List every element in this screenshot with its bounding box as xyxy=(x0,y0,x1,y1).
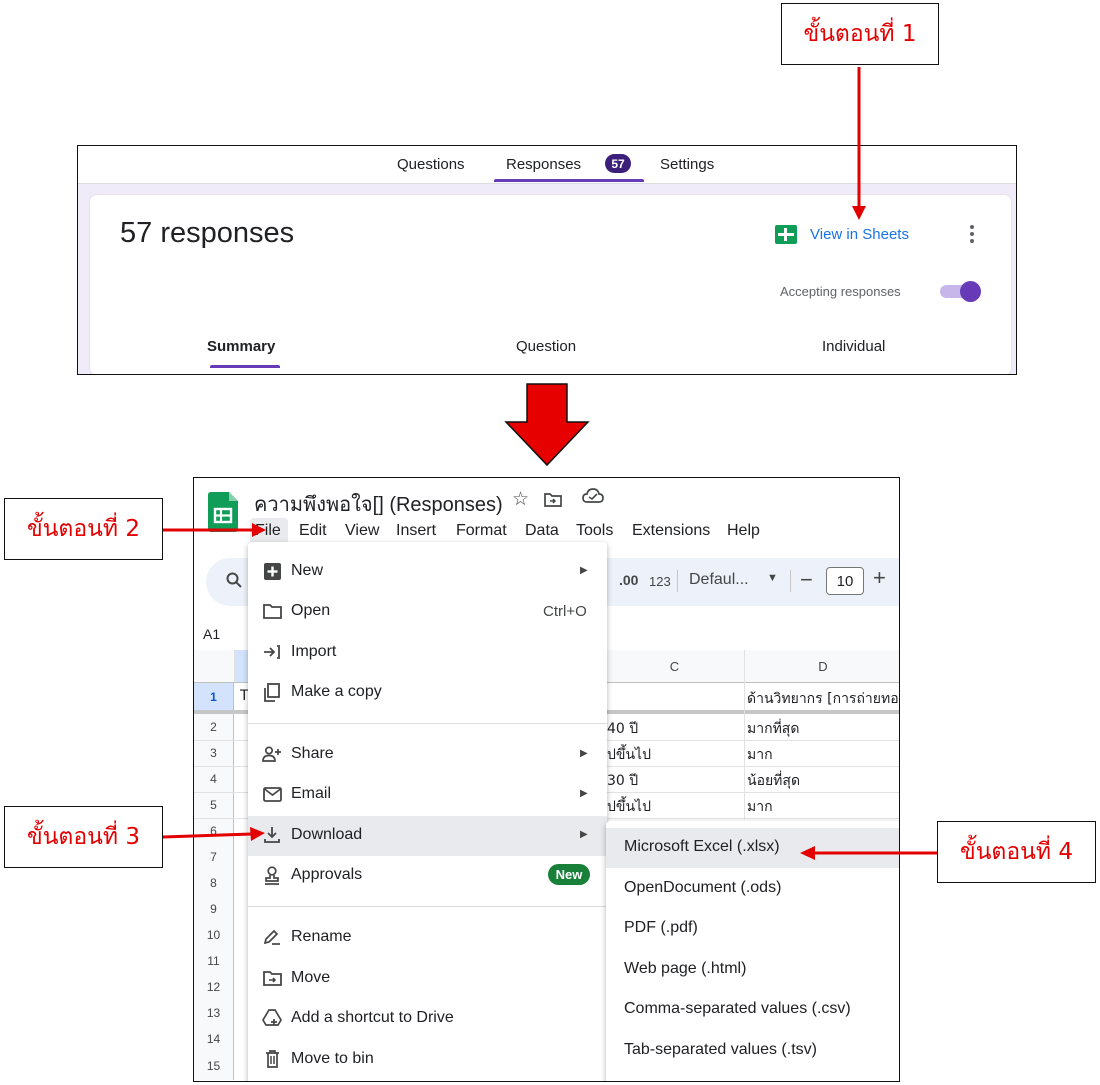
annotation-arrows xyxy=(162,67,937,860)
step2-arrow-head xyxy=(252,523,266,537)
big-down-arrow-icon xyxy=(504,383,590,467)
step1-arrow-head xyxy=(852,206,866,220)
step4-arrow-head xyxy=(800,846,815,860)
step-3-callout: ขั้นตอนที่ 3 xyxy=(4,806,163,868)
step3-arrow-head xyxy=(250,827,265,841)
step-1-callout: ขั้นตอนที่ 1 xyxy=(781,3,939,65)
step-4-callout: ขั้นตอนที่ 4 xyxy=(937,821,1096,883)
step-2-callout: ขั้นตอนที่ 2 xyxy=(4,498,163,560)
step3-arrow-line xyxy=(162,832,253,839)
